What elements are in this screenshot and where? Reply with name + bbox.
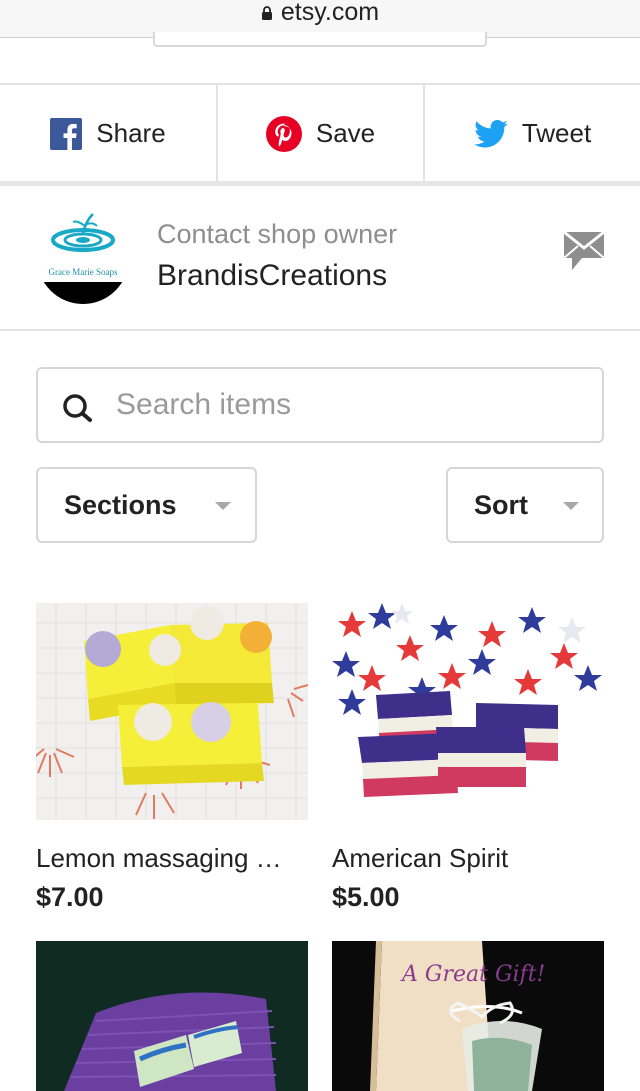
sections-label: Sections bbox=[64, 489, 177, 520]
url-display[interactable]: etsy.com bbox=[0, 0, 640, 26]
product-price: $7.00 bbox=[36, 882, 104, 912]
pinterest-save-label: Save bbox=[315, 118, 376, 148]
product-card[interactable]: Lemon massaging … $7.00 bbox=[36, 603, 308, 923]
gift-tag-text: A Great Gift! bbox=[400, 962, 545, 987]
shop-owner-name[interactable]: BrandisCreations bbox=[157, 259, 387, 293]
search-icon bbox=[63, 394, 92, 422]
divider bbox=[0, 329, 640, 331]
facebook-icon bbox=[50, 117, 83, 150]
twitter-tweet-label: Tweet bbox=[521, 118, 592, 148]
twitter-icon bbox=[474, 119, 508, 147]
partial-top-element bbox=[153, 32, 487, 47]
product-image[interactable] bbox=[36, 941, 308, 1091]
product-image[interactable] bbox=[36, 603, 308, 820]
pinterest-icon bbox=[265, 115, 302, 152]
product-card[interactable]: A Great Gift! bbox=[332, 941, 604, 1091]
product-price: $5.00 bbox=[332, 882, 400, 912]
share-bar: Share Save Tweet bbox=[0, 85, 640, 182]
message-icon[interactable] bbox=[562, 228, 606, 274]
chevron-down-icon bbox=[563, 502, 579, 510]
shop-logo-avatar[interactable]: Grace Marie Soaps bbox=[37, 212, 129, 304]
twitter-tweet-button[interactable]: Tweet bbox=[423, 85, 640, 182]
gift-tag-photo: A Great Gift! bbox=[332, 941, 604, 1091]
sections-dropdown[interactable]: Sections bbox=[36, 467, 257, 543]
shop-logo-text: Grace Marie Soaps bbox=[49, 267, 118, 277]
product-image[interactable] bbox=[332, 603, 604, 820]
american-spirit-soap-photo bbox=[332, 603, 604, 820]
search-box[interactable] bbox=[36, 367, 604, 443]
product-image[interactable]: A Great Gift! bbox=[332, 941, 604, 1091]
facebook-share-button[interactable]: Share bbox=[0, 85, 216, 182]
product-card[interactable]: American Spirit $5.00 bbox=[332, 603, 604, 923]
shop-logo-image: Grace Marie Soaps bbox=[37, 212, 129, 304]
lemon-soap-photo bbox=[36, 603, 308, 820]
chevron-down-icon bbox=[215, 502, 231, 510]
sort-label: Sort bbox=[474, 489, 528, 520]
soap-on-washcloth-photo bbox=[36, 941, 308, 1091]
product-card[interactable] bbox=[36, 941, 308, 1091]
search-input[interactable] bbox=[116, 388, 576, 422]
product-title[interactable]: Lemon massaging … bbox=[36, 843, 308, 874]
url-text: etsy.com bbox=[280, 0, 380, 26]
lock-icon bbox=[261, 6, 272, 20]
sort-dropdown[interactable]: Sort bbox=[446, 467, 604, 543]
browser-url-bar[interactable]: etsy.com bbox=[0, 0, 640, 47]
product-title[interactable]: American Spirit bbox=[332, 843, 604, 874]
contact-shop-owner-label[interactable]: Contact shop owner bbox=[157, 219, 397, 250]
pinterest-save-button[interactable]: Save bbox=[216, 85, 423, 182]
facebook-share-label: Share bbox=[96, 118, 166, 148]
